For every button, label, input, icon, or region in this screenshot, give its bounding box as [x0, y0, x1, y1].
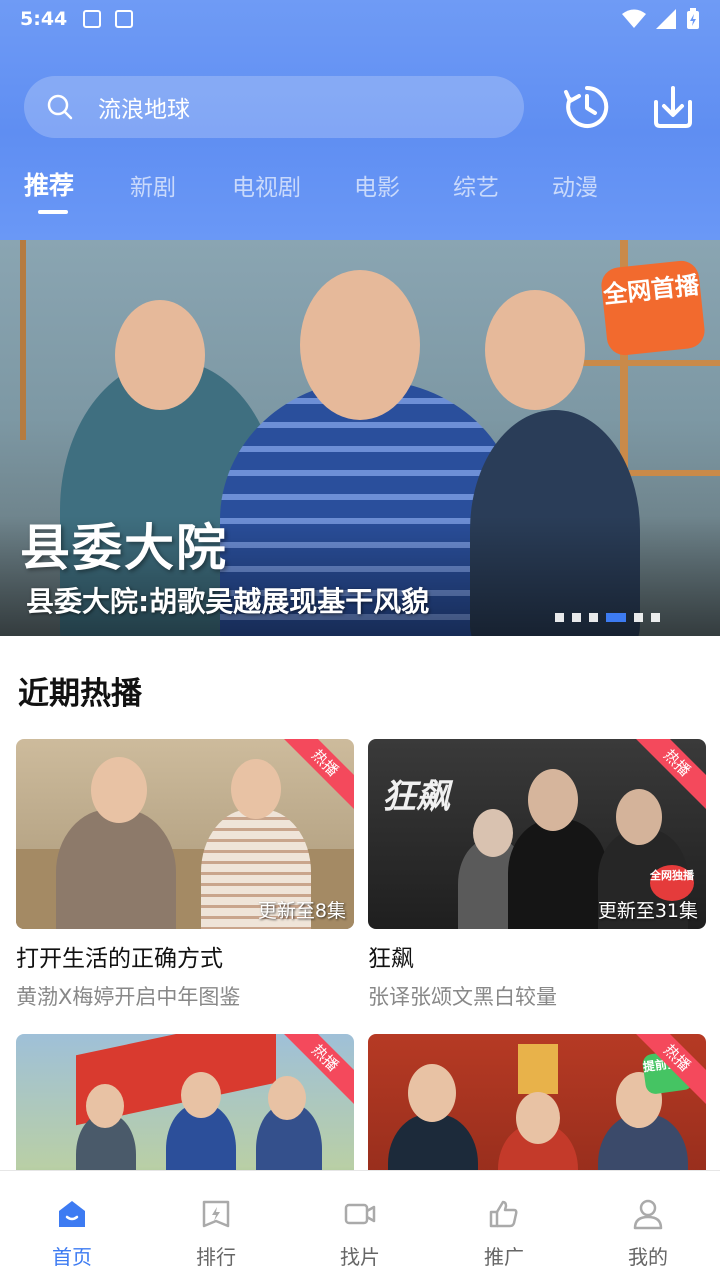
episode-status: 更新至8集	[257, 900, 346, 922]
video-title: 打开生活的正确方式	[16, 946, 223, 972]
banner-pagination	[555, 613, 660, 622]
battery-icon	[687, 8, 699, 29]
active-tab-indicator	[38, 210, 68, 214]
pagination-dot	[651, 613, 660, 622]
tab-movies[interactable]: 电影	[354, 168, 400, 202]
hot-tag: 热播	[277, 739, 354, 811]
search-icon	[47, 94, 73, 120]
wifi-icon	[622, 9, 646, 28]
nav-home[interactable]: 首页	[0, 1171, 144, 1280]
nav-find-label: 找片	[340, 1245, 380, 1269]
ranking-icon	[202, 1200, 230, 1228]
search-box[interactable]: 流浪地球	[24, 76, 524, 138]
thumb-person-face	[408, 1064, 456, 1122]
tab-new-series[interactable]: 新剧	[130, 168, 176, 202]
section-title: 近期热播	[18, 676, 142, 712]
video-thumbnail: 狂飙 全网独播 热播 更新至31集	[368, 739, 706, 929]
episode-status: 更新至31集	[597, 900, 698, 922]
nav-profile-label: 我的	[628, 1245, 668, 1269]
pagination-dot	[572, 613, 581, 622]
tab-tv-series[interactable]: 电视剧	[232, 168, 301, 202]
user-icon	[633, 1199, 663, 1230]
thumb-person-left-face	[91, 757, 147, 823]
pagination-dot	[634, 613, 643, 622]
video-card[interactable]: 热播 更新至8集 打开生活的正确方式 黄渤X梅婷开启中年图鉴	[16, 739, 354, 1011]
banner-actor-center-face	[300, 270, 420, 420]
home-icon	[59, 1201, 85, 1227]
featured-banner[interactable]: 全网首播 县委大院 县委大院:胡歌吴越展现基干风貌	[0, 240, 720, 636]
nav-promote-label: 推广	[484, 1245, 524, 1269]
download-icon[interactable]	[648, 82, 698, 132]
banner-caption: 县委大院:胡歌吴越展现基干风貌	[26, 585, 430, 618]
nav-home-label: 首页	[52, 1245, 92, 1269]
banner-badge: 全网首播	[599, 259, 707, 357]
search-query: 流浪地球	[98, 97, 190, 123]
banner-actor-left-face	[115, 300, 205, 410]
status-time: 5:44	[20, 8, 68, 30]
history-icon[interactable]	[562, 82, 612, 132]
thumb-person-face	[616, 789, 662, 845]
video-camera-icon	[344, 1203, 376, 1225]
thumb-art-title: 狂飙	[382, 777, 450, 817]
banner-logo-title: 县委大院	[20, 519, 228, 577]
thumb-person-face	[86, 1084, 124, 1128]
thumb-person-face	[516, 1092, 560, 1144]
nav-promote[interactable]: 推广	[432, 1171, 576, 1280]
thumb-person-face	[181, 1072, 221, 1118]
banner-scaffold	[20, 240, 26, 440]
thumb-ornament	[518, 1044, 558, 1094]
video-title: 狂飙	[368, 946, 414, 972]
thumbs-up-icon	[489, 1200, 518, 1228]
pagination-dot-active	[606, 613, 626, 622]
thumb-person-face	[473, 809, 513, 857]
video-subtitle: 张译张颂文黑白较量	[368, 985, 557, 1009]
video-thumbnail: 热播 更新至8集	[16, 739, 354, 929]
nav-find[interactable]: 找片	[288, 1171, 432, 1280]
thumb-person-face	[528, 769, 578, 831]
pagination-dot	[589, 613, 598, 622]
thumb-person-right-face	[231, 759, 281, 819]
thumb-person-face	[268, 1076, 306, 1120]
gallery-notification-icon	[83, 10, 102, 28]
pagination-dot	[555, 613, 564, 622]
thumb-person	[508, 819, 608, 929]
tab-anime[interactable]: 动漫	[552, 168, 598, 202]
font-notification-icon	[115, 10, 134, 28]
status-bar: 5:44	[0, 0, 720, 38]
nav-ranking[interactable]: 排行	[144, 1171, 288, 1280]
thumb-person-left	[56, 809, 176, 929]
banner-actor-right-face	[485, 290, 585, 410]
video-subtitle: 黄渤X梅婷开启中年图鉴	[16, 985, 241, 1009]
tab-variety[interactable]: 综艺	[453, 168, 499, 202]
signal-icon	[656, 9, 676, 29]
tab-recommend[interactable]: 推荐	[24, 166, 74, 202]
video-card[interactable]: 狂飙 全网独播 热播 更新至31集 狂飙 张译张颂文黑白较量	[368, 739, 706, 1011]
bottom-navigation: 首页 排行 找片 推广 我的	[0, 1170, 720, 1280]
nav-ranking-label: 排行	[196, 1245, 236, 1269]
nav-profile[interactable]: 我的	[576, 1171, 720, 1280]
category-tabs: 推荐 新剧 电视剧 电影 综艺 动漫	[0, 164, 720, 220]
